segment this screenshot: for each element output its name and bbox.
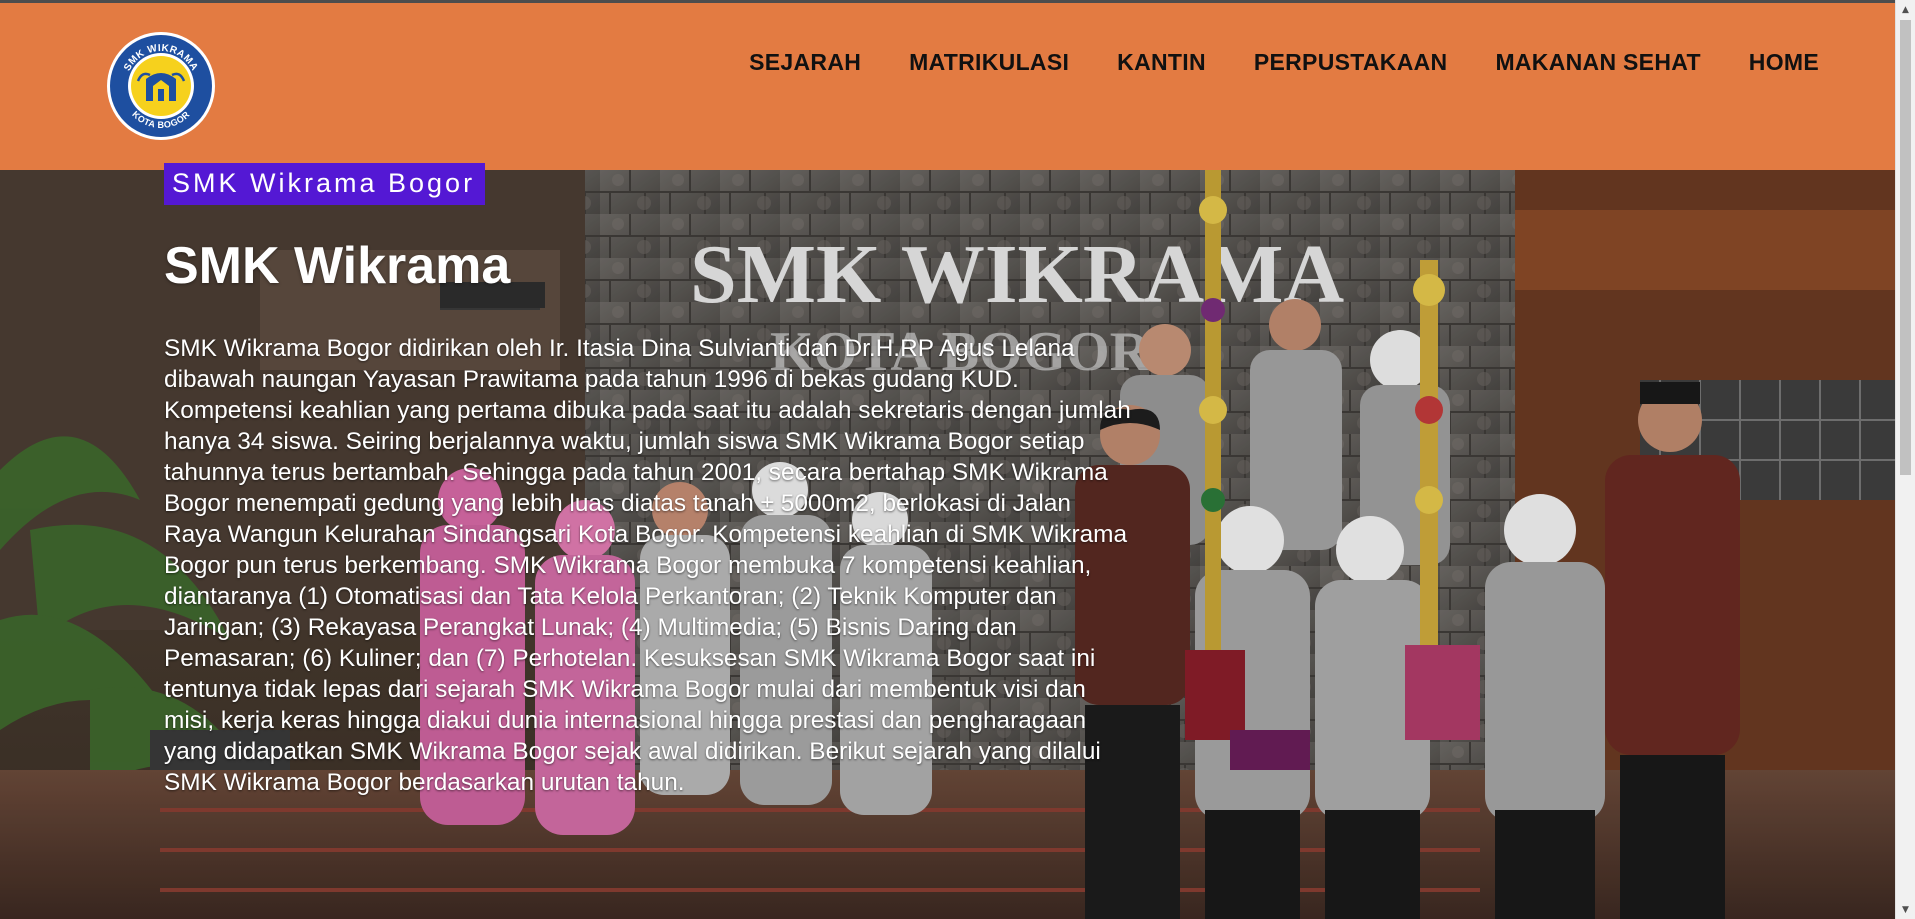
page: SMK WIKRAMA KOTA BOGOR SMK WIKRAMA KOTA … [0,0,1895,919]
site-header: SMK WIKRAMA KOTA BOGOR SEJARAH MATRIKULA… [0,0,1895,170]
hero-badge: SMK Wikrama Bogor [164,163,486,205]
nav-makanan-sehat[interactable]: MAKANAN SEHAT [1495,49,1700,76]
school-logo-icon[interactable]: SMK WIKRAMA KOTA BOGOR [106,31,216,141]
nav-home[interactable]: HOME [1749,49,1819,76]
nav-kantin[interactable]: KANTIN [1117,49,1206,76]
nav-sejarah[interactable]: SEJARAH [749,49,861,76]
hero-title: SMK Wikrama [164,237,511,295]
scroll-down-arrow-icon[interactable]: ▼ [1896,901,1915,918]
nav-matrikulasi[interactable]: MATRIKULASI [909,49,1069,76]
browser-viewport: SMK WIKRAMA KOTA BOGOR SMK WIKRAMA KOTA … [0,0,1915,919]
scroll-up-arrow-icon[interactable]: ▲ [1896,1,1915,18]
hero-paragraph: SMK Wikrama Bogor didirikan oleh Ir. Ita… [164,335,1131,796]
scrollbar-thumb[interactable] [1900,20,1911,475]
vertical-scrollbar[interactable]: ▲ ▼ [1895,0,1915,919]
main-nav: SEJARAH MATRIKULASI KANTIN PERPUSTAKAAN … [701,49,1819,76]
nav-perpustakaan[interactable]: PERPUSTAKAAN [1254,49,1448,76]
